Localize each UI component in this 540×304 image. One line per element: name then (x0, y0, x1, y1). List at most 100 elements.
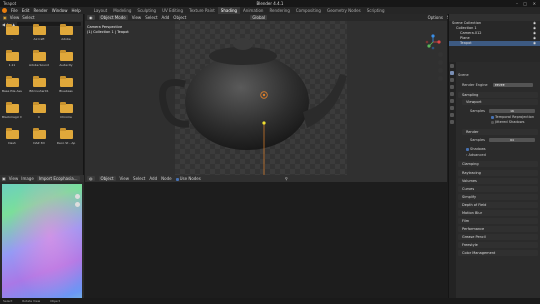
grease-pencil-panel[interactable]: Grease Pencil (458, 234, 538, 240)
folder-item[interactable]: Aircraft (29, 24, 49, 48)
clamping-panel[interactable]: Clamping (458, 161, 538, 167)
editor-type-icon[interactable]: ◉ (87, 15, 95, 20)
folder-item[interactable]: C (29, 102, 49, 126)
zoom-icon[interactable] (438, 52, 443, 57)
depth-of-field-panel[interactable]: Depth of Field (458, 202, 538, 208)
folder-item[interactable]: 1.11 (2, 50, 22, 74)
object-tab-icon[interactable] (450, 106, 454, 110)
tab-compositing[interactable]: Compositing (293, 7, 324, 14)
folder-item[interactable]: DAZ 3D (29, 128, 49, 152)
modifier-tab-icon[interactable] (450, 113, 454, 117)
tab-texture-paint[interactable]: Texture Paint (186, 7, 218, 14)
folder-item[interactable]: Chrome (56, 102, 76, 126)
shader-editor-canvas[interactable] (85, 182, 447, 298)
render-engine-dropdown[interactable]: EEVEE (493, 83, 533, 87)
tab-layout[interactable]: Layout (91, 7, 111, 14)
tab-shading[interactable]: Shading (217, 7, 241, 14)
menu-edit[interactable]: Edit (22, 8, 30, 13)
material-tab-icon[interactable] (450, 120, 454, 124)
sh-menu-add[interactable]: Add (149, 176, 157, 181)
viewport-samples-field[interactable]: 16 (489, 109, 535, 113)
menu-file[interactable]: File (11, 8, 18, 13)
3d-viewport[interactable]: ◉ Object Mode View Select Add Object Glo… (85, 14, 447, 175)
tab-geometry-nodes[interactable]: Geometry Nodes (324, 7, 364, 14)
close-icon[interactable]: ✕ (533, 1, 536, 6)
menu-window[interactable]: Window (52, 8, 68, 13)
image-editor-view[interactable] (0, 182, 84, 298)
advanced-subpanel[interactable]: › Advanced (458, 152, 538, 158)
simplify-panel[interactable]: Simplify (458, 194, 538, 200)
transform-orientation-dropdown[interactable]: Global (250, 15, 268, 20)
tab-scripting[interactable]: Scripting (364, 7, 388, 14)
shader-type-dropdown[interactable]: Object (98, 176, 116, 181)
render-samples-field[interactable]: 64 (489, 138, 535, 142)
folder-item[interactable]: Base Pile Assets (2, 76, 22, 100)
object-mode-dropdown[interactable]: Object Mode (98, 15, 128, 20)
world-tab-icon[interactable] (450, 99, 454, 103)
folder-icon (33, 24, 46, 35)
tool-tab-icon[interactable] (450, 64, 454, 68)
image-name-field[interactable]: Import Ecophasia... (36, 176, 80, 181)
zoom-icon[interactable] (75, 194, 80, 199)
sh-menu-select[interactable]: Select (133, 176, 145, 181)
folder-item[interactable]: Blackmagic Design (2, 102, 22, 126)
folder-item[interactable]: .. (2, 24, 22, 48)
pan-icon[interactable] (75, 202, 80, 207)
viewport-options[interactable]: Options (428, 15, 443, 20)
ortho-toggle-icon[interactable] (438, 76, 443, 81)
folder-item[interactable]: Bitcrusher01 (29, 76, 49, 100)
teapot-model[interactable] (85, 14, 447, 175)
navigation-gizmo[interactable] (425, 34, 441, 50)
film-panel[interactable]: Film (458, 218, 538, 224)
sampling-panel[interactable]: Sampling (458, 92, 538, 98)
minimize-icon[interactable]: – (516, 1, 518, 6)
sh-menu-view[interactable]: View (120, 176, 130, 181)
folder-item[interactable]: Audacity (56, 50, 76, 74)
img-menu-image[interactable]: Image (21, 176, 34, 181)
use-nodes-checkbox[interactable]: Use Nodes (175, 176, 201, 181)
image-editor-type-icon[interactable]: ▣ (2, 176, 6, 181)
render-tab-icon[interactable] (450, 71, 454, 75)
vp-menu-add[interactable]: Add (162, 15, 170, 20)
visibility-eye-icon[interactable]: ◉ (533, 41, 536, 46)
view-layer-tab-icon[interactable] (450, 85, 454, 89)
viewport-subpanel[interactable]: Viewport (462, 99, 538, 105)
tab-animation[interactable]: Animation (240, 7, 266, 14)
performance-panel[interactable]: Performance (458, 226, 538, 232)
menu-render[interactable]: Render (33, 8, 47, 13)
sh-menu-node[interactable]: Node (161, 176, 171, 181)
maximize-icon[interactable]: □ (523, 1, 527, 6)
jittered-shadows-checkbox[interactable]: Jittered Shadows (458, 119, 538, 125)
pan-icon[interactable] (438, 60, 443, 65)
freestyle-panel[interactable]: Freestyle (458, 242, 538, 248)
tab-modeling[interactable]: Modeling (110, 7, 134, 14)
camera-view-icon[interactable] (438, 68, 443, 73)
outliner-row[interactable]: Teapot ◉ (449, 41, 540, 46)
shader-editor-type-icon[interactable]: ◍ (87, 176, 95, 181)
folder-item[interactable]: Adobe (56, 24, 76, 48)
menu-help[interactable]: Help (71, 8, 80, 13)
motion-blur-panel[interactable]: Motion Blur (458, 210, 538, 216)
pin-icon[interactable]: ⚲ (285, 176, 288, 181)
curves-panel[interactable]: Curves (458, 186, 538, 192)
blender-logo-icon[interactable] (2, 8, 7, 13)
folder-item[interactable]: Adobe Sound (29, 50, 49, 74)
output-tab-icon[interactable] (450, 78, 454, 82)
folder-item[interactable]: Deco St - Ap (56, 128, 76, 152)
folder-item[interactable]: Bluebass (56, 76, 76, 100)
render-subpanel[interactable]: Render (462, 129, 538, 135)
vp-menu-object[interactable]: Object (173, 15, 186, 20)
tab-sculpting[interactable]: Sculpting (134, 7, 159, 14)
scene-tab-icon[interactable] (450, 92, 454, 96)
volumes-panel[interactable]: Volumes (458, 178, 538, 184)
tab-rendering[interactable]: Rendering (266, 7, 292, 14)
img-menu-view[interactable]: View (9, 176, 19, 181)
fb-menu-view[interactable]: View (10, 15, 20, 20)
fb-menu-select[interactable]: Select (22, 15, 34, 20)
vp-menu-view[interactable]: View (132, 15, 142, 20)
color-management-panel[interactable]: Color Management (458, 250, 538, 256)
vp-menu-select[interactable]: Select (145, 15, 157, 20)
folder-item[interactable]: Dash (2, 128, 22, 152)
tab-uv-editing[interactable]: UV Editing (159, 7, 186, 14)
raytracing-panel[interactable]: Raytracing (458, 170, 538, 176)
